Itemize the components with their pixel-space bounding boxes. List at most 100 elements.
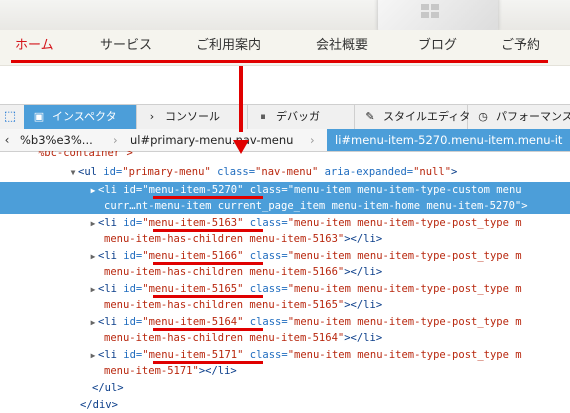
attr-value: "menu-item-5171"	[142, 349, 244, 361]
console-icon: ›	[149, 110, 155, 123]
code-line-li-cont[interactable]: menu-item-5171"></li>	[0, 363, 570, 379]
code-line-li-selected[interactable]: ▶ <li id="menu-item-5270" class="menu-ite…	[0, 182, 570, 198]
code-line-li-cont[interactable]: menu-item-has-children menu-item-5165"><…	[0, 297, 570, 313]
site-header-banner	[0, 0, 570, 30]
triangle-right-icon[interactable]: ▶	[88, 249, 98, 265]
nav-item-blog[interactable]: ブログ	[418, 35, 457, 57]
code-line-li-cont[interactable]: menu-item-has-children menu-item-5163"><…	[0, 231, 570, 247]
attr-value: "menu-item-5164"	[142, 316, 244, 328]
nav-item-services[interactable]: サービス	[100, 35, 152, 57]
breadcrumb-item-selected[interactable]: li#menu-item-5270.menu-item.menu-it	[327, 129, 570, 151]
id-underline	[153, 361, 263, 364]
style-editor-icon: ✎	[365, 110, 375, 123]
code-line-li-cont[interactable]: menu-item-has-children menu-item-5164"><…	[0, 330, 570, 346]
tag-name: <li	[98, 250, 117, 262]
code-line-li[interactable]: ▶ <li id="menu-item-5171" class="menu-ite…	[0, 347, 570, 363]
markup-view: %bc-container"> ▼ <ul id="primary-menu" c…	[0, 151, 570, 413]
triangle-right-icon[interactable]: ▶	[88, 282, 98, 298]
tab-console[interactable]: › コンソール	[137, 105, 248, 129]
tag-close: ></li>	[344, 266, 383, 278]
annotation-arrow	[239, 66, 243, 132]
performance-icon: ◷	[478, 110, 488, 123]
breadcrumb-item[interactable]: ul#primary-menu.nav-menu	[130, 129, 293, 151]
attr-name: id=	[116, 250, 143, 262]
triangle-right-icon[interactable]: ▶	[88, 348, 98, 364]
tag-close: ></li>	[344, 233, 383, 245]
attr-name: class=	[243, 283, 288, 295]
tab-label: インスペクタ	[52, 110, 117, 123]
chevron-left-icon[interactable]: ‹	[0, 129, 14, 151]
tab-performance[interactable]: ◷ パフォーマンス	[468, 105, 570, 129]
tag-name: <li	[98, 283, 117, 295]
attr-value: "menu-item menu-item-type-post_type m	[287, 250, 522, 262]
id-underline	[153, 328, 263, 331]
code-line-li[interactable]: ▶ <li id="menu-item-5165" class="menu-ite…	[0, 281, 570, 297]
attr-value: "menu-item-5163"	[142, 217, 244, 229]
code-line-ul-close[interactable]: </ul>	[0, 380, 570, 396]
attr-name: class=	[243, 250, 288, 262]
tab-label: コンソール	[165, 110, 220, 123]
tab-label: スタイルエディタ	[383, 110, 471, 123]
code-line: %bc-container">	[0, 151, 570, 161]
attr-name: class=	[243, 316, 288, 328]
attr-value: "menu-item menu-item-type-post_type m	[287, 283, 522, 295]
code-line-ul[interactable]: ▼ <ul id="primary-menu" class="nav-menu" …	[0, 164, 570, 180]
nav-item-guide[interactable]: ご利用案内	[196, 35, 261, 57]
id-underline	[153, 262, 263, 265]
attr-value: menu-item-has-children menu-item-5165"	[104, 299, 345, 311]
attr-name: id=	[116, 184, 143, 196]
triangle-right-icon[interactable]: ▶	[88, 183, 98, 199]
tag-name: <li	[98, 184, 117, 196]
code-line-li[interactable]: ▶ <li id="menu-item-5163" class="menu-ite…	[0, 215, 570, 231]
attr-value: curr…nt-menu-item current_page_item menu…	[104, 200, 522, 212]
tab-label: デバッガ	[276, 110, 320, 123]
nav-highlight-line	[11, 60, 548, 63]
tab-debugger[interactable]: ⏸ デバッガ	[248, 105, 355, 129]
attr-value: menu-item-has-children menu-item-5166"	[104, 266, 345, 278]
attr-name: class=	[243, 217, 288, 229]
breadcrumb-item[interactable]: %b3%e3%...	[20, 129, 93, 151]
triangle-right-icon[interactable]: ▶	[88, 216, 98, 232]
chevron-right-icon: ›	[113, 133, 118, 147]
attr-name: id=	[96, 166, 123, 178]
code-line-li[interactable]: ▶ <li id="menu-item-5164" class="menu-ite…	[0, 314, 570, 330]
tab-inspector[interactable]: ▣ インスペクタ	[24, 105, 137, 129]
tag-close: ></li>	[344, 299, 383, 311]
chevron-right-icon: ›	[310, 133, 315, 147]
windows-logo-icon	[421, 4, 439, 18]
attr-value: "menu-item-5165"	[142, 283, 244, 295]
attr-name: id=	[116, 217, 143, 229]
attr-name: class=	[243, 349, 288, 361]
id-underline	[153, 196, 263, 199]
laptop-image	[378, 0, 498, 30]
attr-name: id=	[116, 283, 143, 295]
attr-value: menu-item-has-children menu-item-5164"	[104, 332, 345, 344]
nav-item-company[interactable]: 会社概要	[316, 35, 368, 57]
devtools-toolbar: ⬚ ▣ インスペクタ › コンソール ⏸ デバッガ ✎ スタイルエディタ ◷ パフォーマン…	[0, 104, 570, 130]
attr-value: "nav-menu"	[255, 166, 319, 178]
triangle-down-icon[interactable]: ▼	[68, 165, 78, 181]
tab-label: パフォーマンス	[496, 110, 570, 123]
code-line-div-close[interactable]: </div>	[0, 397, 570, 413]
attr-name: aria-expanded=	[318, 166, 414, 178]
code-line-li-selected-cont[interactable]: curr…nt-menu-item current_page_item menu…	[0, 198, 570, 214]
attr-name: class=	[243, 184, 288, 196]
tab-style-editor[interactable]: ✎ スタイルエディタ	[355, 105, 471, 129]
attr-value: "menu-item menu-item-type-post_type m	[287, 217, 522, 229]
nav-item-reservation[interactable]: ご予約	[501, 35, 540, 57]
debugger-icon: ⏸	[260, 110, 266, 123]
triangle-right-icon[interactable]: ▶	[88, 315, 98, 331]
attr-name: class=	[210, 166, 256, 178]
tag-close: </ul>	[92, 382, 124, 394]
attr-value: %bc-container">	[37, 151, 133, 159]
code-line-li-cont[interactable]: menu-item-has-children menu-item-5166"><…	[0, 264, 570, 280]
tag-name: <li	[98, 316, 117, 328]
attr-value: menu-item-has-children menu-item-5163"	[104, 233, 345, 245]
code-line-li[interactable]: ▶ <li id="menu-item-5166" class="menu-ite…	[0, 248, 570, 264]
nav-item-home[interactable]: ホーム	[15, 35, 54, 57]
attr-value: "menu-item-5270"	[142, 184, 244, 196]
id-underline	[153, 229, 263, 232]
attr-value: "menu-item menu-item-type-custom menu	[287, 184, 522, 196]
tag-close: >	[451, 166, 458, 178]
element-picker-icon[interactable]: ⬚	[2, 109, 18, 125]
